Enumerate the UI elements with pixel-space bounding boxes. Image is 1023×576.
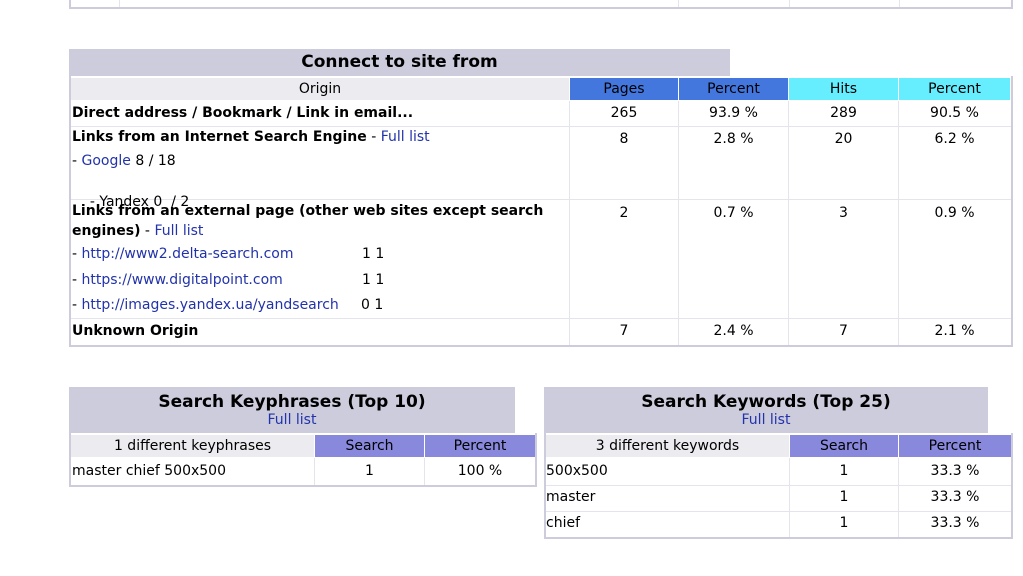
pages-percent-value: 2.4 % — [713, 323, 754, 339]
hits-percent-value: 90.5 % — [930, 105, 979, 121]
keyphrase-value: master chief 500x500 — [72, 463, 226, 479]
sub-prefix: - — [72, 246, 82, 262]
keyphrases-title: Search Keyphrases (Top 10) — [158, 392, 426, 412]
origin-col-hits-percent: Percent — [899, 78, 1010, 100]
search-percent: 33.3 % — [930, 489, 980, 505]
keywords-title-block: Search Keywords (Top 25) Full list — [544, 387, 988, 433]
pages-value: 8 — [619, 131, 629, 147]
separator: - — [140, 223, 155, 239]
referrer-link[interactable]: https://www.digitalpoint.com — [82, 272, 283, 288]
search-count: 1 — [839, 515, 849, 531]
origin-row-label-cont: engines) — [72, 223, 141, 239]
sub-prefix: - — [72, 153, 82, 169]
pages-value: 2 — [619, 205, 629, 221]
sub-item: - Google 8 / 18 — [72, 153, 176, 169]
referrer-count: 1 1 — [362, 246, 385, 262]
origin-col-origin: Origin — [71, 78, 569, 100]
keyphrases-full-list-link[interactable]: Full list — [69, 412, 515, 429]
keyword-value: chief — [546, 515, 581, 531]
pages-value: 265 — [610, 105, 638, 121]
sub-prefix: - — [72, 297, 82, 313]
keywords-title: Search Keywords (Top 25) — [641, 392, 891, 412]
pages-percent-value: 0.7 % — [713, 205, 754, 221]
hits-value: 7 — [839, 323, 848, 339]
previous-table-remnant — [69, 0, 1013, 9]
full-list-link[interactable]: Full list — [154, 223, 203, 239]
hits-value: 289 — [830, 105, 857, 121]
origin-title: Connect to site from — [69, 49, 730, 76]
search-percent: 33.3 % — [930, 515, 980, 531]
keyword-value: 500x500 — [546, 463, 608, 479]
keywords-full-list-link[interactable]: Full list — [544, 412, 988, 429]
origin-col-hits: Hits — [789, 78, 898, 100]
full-list-link[interactable]: Full list — [381, 129, 430, 145]
keywords-col-word: 3 different keywords — [546, 435, 789, 457]
referrer-count: 0 1 — [361, 297, 384, 313]
search-count: 1 — [365, 463, 374, 479]
pages-percent-value: 93.9 % — [709, 105, 758, 121]
origin-row-label: Direct address / Bookmark / Link in emai… — [72, 105, 414, 121]
keyphrases-col-search: Search — [315, 435, 424, 457]
hits-value: 3 — [839, 205, 848, 221]
sub-count: 8 / 18 — [130, 153, 176, 169]
origin-row-label-wrap: engines) - Full list — [72, 223, 203, 239]
keyword-value: master — [546, 489, 596, 505]
referrer-link[interactable]: http://images.yandex.ua/yandsearch — [82, 297, 339, 313]
sub-item: - http://www2.delta-search.com — [72, 246, 293, 262]
search-count: 1 — [839, 489, 849, 505]
sub-item: - https://www.digitalpoint.com — [72, 272, 283, 288]
origin-row-label: Unknown Origin — [72, 323, 199, 339]
hits-percent-value: 0.9 % — [934, 205, 975, 221]
search-percent: 33.3 % — [930, 463, 980, 479]
search-count: 1 — [839, 463, 849, 479]
sub-item: - http://images.yandex.ua/yandsearch — [72, 297, 339, 313]
separator: - — [366, 129, 381, 145]
hits-value: 20 — [834, 131, 853, 147]
keywords-col-search: Search — [790, 435, 898, 457]
origin-col-pages: Pages — [570, 78, 678, 100]
pages-percent-value: 2.8 % — [713, 131, 754, 147]
keyphrases-title-block: Search Keyphrases (Top 10) Full list — [69, 387, 515, 433]
referrer-count: 1 1 — [362, 272, 385, 288]
sub-prefix: - — [72, 272, 82, 288]
keyphrases-col-percent: Percent — [425, 435, 535, 457]
origin-row-label-wrap: Links from an Internet Search Engine - F… — [72, 129, 430, 145]
keywords-col-percent: Percent — [899, 435, 1011, 457]
pages-value: 7 — [619, 323, 629, 339]
hits-percent-value: 2.1 % — [934, 323, 975, 339]
origin-row-label: Links from an Internet Search Engine — [72, 129, 367, 145]
hits-percent-value: 6.2 % — [934, 131, 975, 147]
keyphrases-col-phrase: 1 different keyphrases — [71, 435, 314, 457]
search-percent: 100 % — [457, 463, 503, 479]
origin-row-label: Links from an external page (other web s… — [72, 203, 544, 219]
origin-col-pages-percent: Percent — [679, 78, 788, 100]
google-link[interactable]: Google — [82, 153, 131, 169]
referrer-link[interactable]: http://www2.delta-search.com — [82, 246, 294, 262]
